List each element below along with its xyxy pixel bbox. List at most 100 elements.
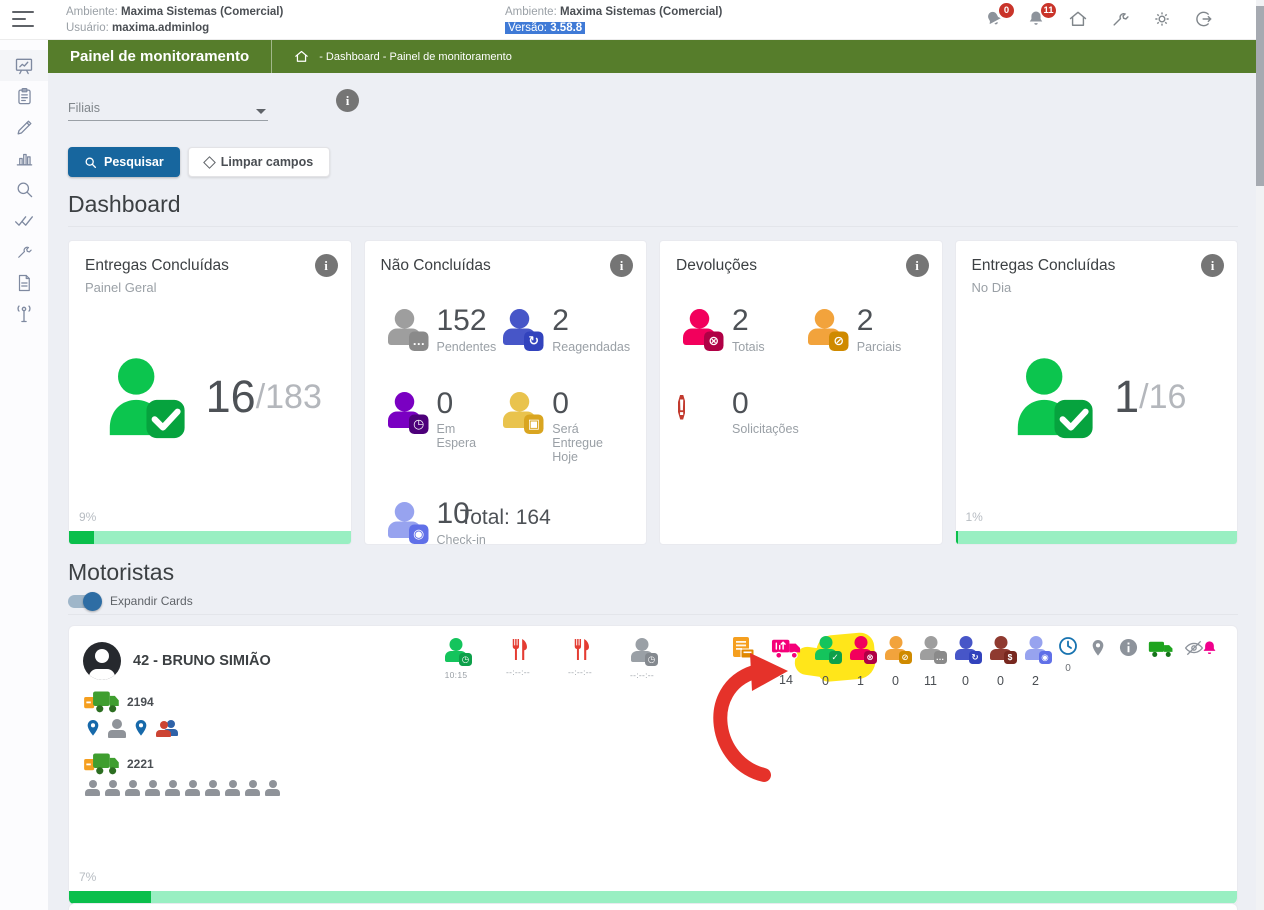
top-bar: Ambiente: Maxima Sistemas (Comercial) Us… bbox=[0, 0, 1256, 40]
person-stop-icon[interactable] bbox=[245, 780, 260, 796]
sidebar-item-search[interactable] bbox=[0, 174, 48, 205]
stat-money[interactable]: $ 0 bbox=[983, 636, 1018, 688]
filiais-select[interactable]: Filiais bbox=[68, 95, 268, 121]
person-partial-return-icon: ⊘ bbox=[805, 309, 849, 351]
truck-row[interactable]: 2221 bbox=[83, 750, 154, 777]
limpar-campos-button[interactable]: Limpar campos bbox=[187, 147, 331, 177]
stat-clock[interactable]: 0 bbox=[1053, 636, 1083, 674]
driver-name: 42 - BRUNO SIMIÃO bbox=[133, 653, 271, 669]
scrollbar-track[interactable] bbox=[1256, 0, 1264, 910]
person-stop-icon[interactable] bbox=[185, 780, 200, 796]
truck-stops-row bbox=[85, 780, 280, 796]
breadcrumb: - Dashboard - Painel de monitoramento bbox=[319, 50, 512, 63]
person-pending-icon: … bbox=[918, 636, 947, 664]
search-icon bbox=[17, 182, 32, 198]
person-stop-icon[interactable] bbox=[205, 780, 220, 796]
pin-icon bbox=[1092, 640, 1104, 656]
clock-icon bbox=[1059, 637, 1077, 655]
info-icon[interactable]: i bbox=[336, 89, 359, 112]
stat-em-espera: ◷ 0 Em Espera bbox=[381, 387, 497, 465]
toggle-label: Expandir Cards bbox=[110, 594, 193, 608]
stat-deliveries-truck[interactable]: 14 bbox=[764, 636, 808, 687]
completed-total: /183 bbox=[255, 377, 322, 416]
alert-octagon-icon: ! bbox=[678, 394, 686, 420]
page-title-bar: Painel de monitoramento - Dashboard - Pa… bbox=[48, 40, 1256, 73]
truck-stops-row bbox=[85, 718, 178, 738]
person-stop-icon[interactable] bbox=[225, 780, 240, 796]
scrollbar-thumb[interactable] bbox=[1256, 6, 1264, 186]
menu-icon[interactable] bbox=[12, 10, 36, 28]
truck-row[interactable]: 2194 bbox=[83, 688, 154, 715]
invoice-icon bbox=[732, 637, 754, 659]
search-icon bbox=[85, 157, 97, 168]
sidebar-item-reports[interactable] bbox=[0, 143, 48, 174]
person-stop-icon[interactable] bbox=[265, 780, 280, 796]
info-icon[interactable]: i bbox=[1201, 254, 1224, 277]
breadcrumb-home-icon[interactable] bbox=[294, 49, 309, 64]
clipboard-icon bbox=[17, 87, 31, 105]
info-icon[interactable]: i bbox=[314, 254, 338, 277]
person-duo-icon[interactable] bbox=[156, 719, 178, 737]
stat-cancelled[interactable]: ⊗ 1 bbox=[843, 636, 878, 688]
sidebar-item-clipboard[interactable] bbox=[0, 81, 48, 112]
logout-icon[interactable] bbox=[1194, 9, 1216, 31]
stat-concluded[interactable]: ✓ 0 bbox=[808, 636, 843, 688]
driver-card: 42 - BRUNO SIMIÃO ◷ 10:15 --:--:-- --:--… bbox=[68, 625, 1238, 905]
sidebar-item-tasks[interactable] bbox=[0, 205, 48, 236]
stat-rescheduled[interactable]: ↻ 0 bbox=[948, 636, 983, 688]
info-icon[interactable]: i bbox=[905, 254, 929, 277]
person-total-return-icon: ⊗ bbox=[680, 309, 724, 351]
person-check-icon: ✓ bbox=[813, 636, 842, 664]
motoristas-heading: Motoristas bbox=[68, 559, 175, 585]
person-stop-icon[interactable] bbox=[85, 780, 100, 796]
progress-fill bbox=[69, 531, 95, 544]
sidebar-item-document[interactable] bbox=[0, 267, 48, 298]
person-clock-gray-icon: ◷ bbox=[629, 638, 658, 666]
pin-icon[interactable] bbox=[133, 718, 149, 738]
eraser-icon bbox=[202, 155, 216, 169]
info-icon[interactable]: i bbox=[610, 254, 633, 277]
wrench-icon[interactable] bbox=[1110, 9, 1132, 31]
person-stop-icon[interactable] bbox=[125, 780, 140, 796]
home-icon[interactable] bbox=[1068, 9, 1090, 31]
truck-number: 2221 bbox=[127, 756, 154, 771]
person-block-icon: ⊘ bbox=[883, 636, 912, 664]
sidebar-item-tools[interactable] bbox=[0, 236, 48, 267]
stat-notifications-hidden[interactable] bbox=[1179, 636, 1223, 663]
sidebar-item-broadcast[interactable] bbox=[0, 298, 48, 329]
person-checkin-icon: ◉ bbox=[1023, 636, 1052, 664]
sidebar-item-monitor-panel[interactable] bbox=[0, 50, 48, 81]
stat-pending[interactable]: … 11 bbox=[913, 636, 948, 688]
person-stop-icon[interactable] bbox=[105, 780, 120, 796]
versao-highlight: Versão: 3.58.8 bbox=[505, 22, 586, 34]
time-lunch-end: --:--:-- bbox=[551, 638, 609, 680]
notifications-bell-icon[interactable]: 0 bbox=[984, 3, 1014, 31]
next-driver-card-partial bbox=[68, 903, 1238, 910]
stat-solicitacoes: ! 0 Solicitações bbox=[678, 386, 799, 436]
driver-avatar[interactable] bbox=[83, 642, 121, 680]
stat-location[interactable] bbox=[1083, 636, 1113, 663]
gear-icon[interactable] bbox=[1152, 9, 1174, 31]
person-stop-icon[interactable] bbox=[108, 718, 126, 738]
stat-info[interactable] bbox=[1113, 636, 1143, 662]
sidebar-item-edit[interactable] bbox=[0, 112, 48, 143]
page-title: Painel de monitoramento bbox=[70, 48, 250, 65]
versao-value: 3.58.8 bbox=[550, 22, 583, 34]
stat-truck-view[interactable] bbox=[1143, 636, 1179, 664]
card-entregas-concluidas-geral: Entregas Concluídas Painel Geral i 16 /1… bbox=[68, 240, 352, 545]
ambiente-value: Maxima Sistemas (Comercial) bbox=[559, 6, 723, 18]
alerts-bell-icon[interactable]: 11 bbox=[1026, 3, 1056, 31]
stat-invoices[interactable]: 5 bbox=[720, 636, 764, 688]
dashboard-heading: Dashboard bbox=[68, 191, 181, 217]
person-rescheduled-icon: ↻ bbox=[500, 309, 544, 351]
stat-checkin[interactable]: ◉ 2 bbox=[1018, 636, 1053, 688]
main-content: Filiais i Pesquisar Limpar campos Dashbo… bbox=[48, 73, 1256, 910]
expandir-cards-toggle[interactable] bbox=[68, 591, 102, 611]
person-pending-icon: … bbox=[385, 309, 428, 351]
info-icon bbox=[1119, 638, 1137, 657]
stat-blocked[interactable]: ⊘ 0 bbox=[878, 636, 913, 688]
person-stop-icon[interactable] bbox=[145, 780, 160, 796]
person-stop-icon[interactable] bbox=[165, 780, 180, 796]
pesquisar-button[interactable]: Pesquisar bbox=[68, 147, 180, 177]
pin-icon[interactable] bbox=[85, 718, 101, 738]
